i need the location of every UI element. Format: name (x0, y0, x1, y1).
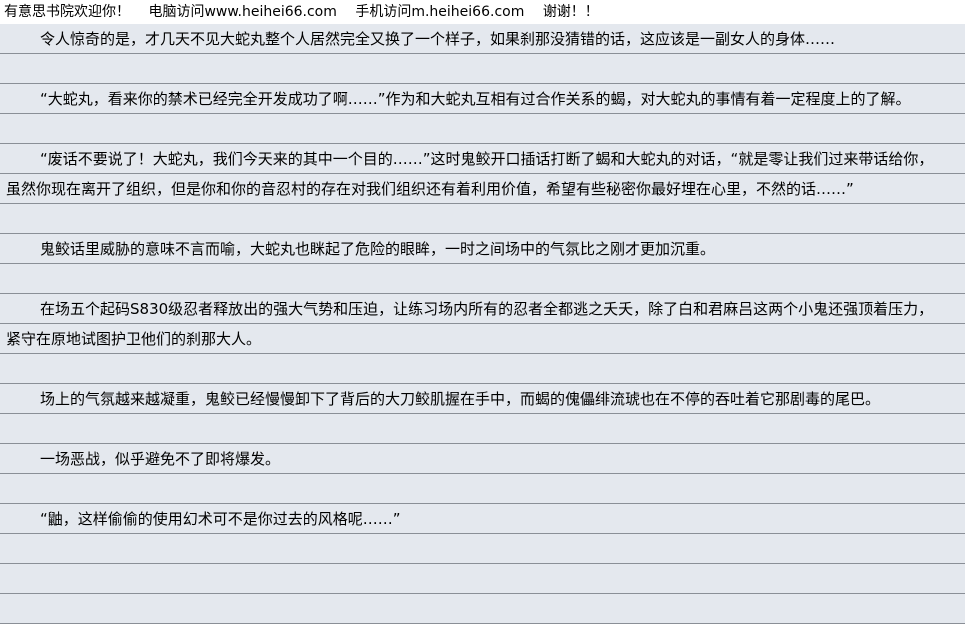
chapter-content: 令人惊奇的是，才几天不见大蛇丸整个人居然完全又换了一个样子，如果刹那没猜错的话，… (6, 24, 946, 534)
thanks-text: 谢谢！！ (542, 4, 599, 20)
ruled-paper-area: 令人惊奇的是，才几天不见大蛇丸整个人居然完全又换了一个样子，如果刹那没猜错的话，… (0, 24, 965, 624)
paragraph: 一场恶战，似乎避免不了即将爆发。 (40, 450, 281, 468)
paragraph: 场上的气氛越来越凝重，鬼鲛已经慢慢卸下了背后的大刀鲛肌握在手中，而蝎的傀儡绯流琥… (40, 390, 881, 408)
paragraph: 令人惊奇的是，才几天不见大蛇丸整个人居然完全又换了一个样子，如果刹那没猜错的话，… (40, 30, 836, 48)
mobile-visit-link[interactable]: 手机访问m.heihei66.com (355, 4, 524, 20)
pc-visit-link[interactable]: 电脑访问www.heihei66.com (148, 4, 336, 20)
paragraph: “鼬，这样偷偷的使用幻术可不是你过去的风格呢……” (40, 510, 401, 528)
site-welcome-text: 有意思书院欢迎你！ (4, 4, 130, 20)
paragraph: 鬼鲛话里威胁的意味不言而喻，大蛇丸也眯起了危险的眼眸，一时之间场中的气氛比之刚才… (40, 240, 716, 258)
paragraph: “大蛇丸，看来你的禁术已经完全开发成功了啊……”作为和大蛇丸互相有过合作关系的蝎… (40, 90, 911, 108)
paragraph: 在场五个起码S830级忍者释放出的强大气势和压迫，让练习场内所有的忍者全都逃之夭… (6, 300, 934, 348)
site-header-bar: 有意思书院欢迎你！ 电脑访问www.heihei66.com 手机访问m.hei… (0, 0, 965, 24)
paragraph: “废话不要说了！大蛇丸，我们今天来的其中一个目的……”这时鬼鲛开口插话打断了蝎和… (6, 150, 934, 198)
